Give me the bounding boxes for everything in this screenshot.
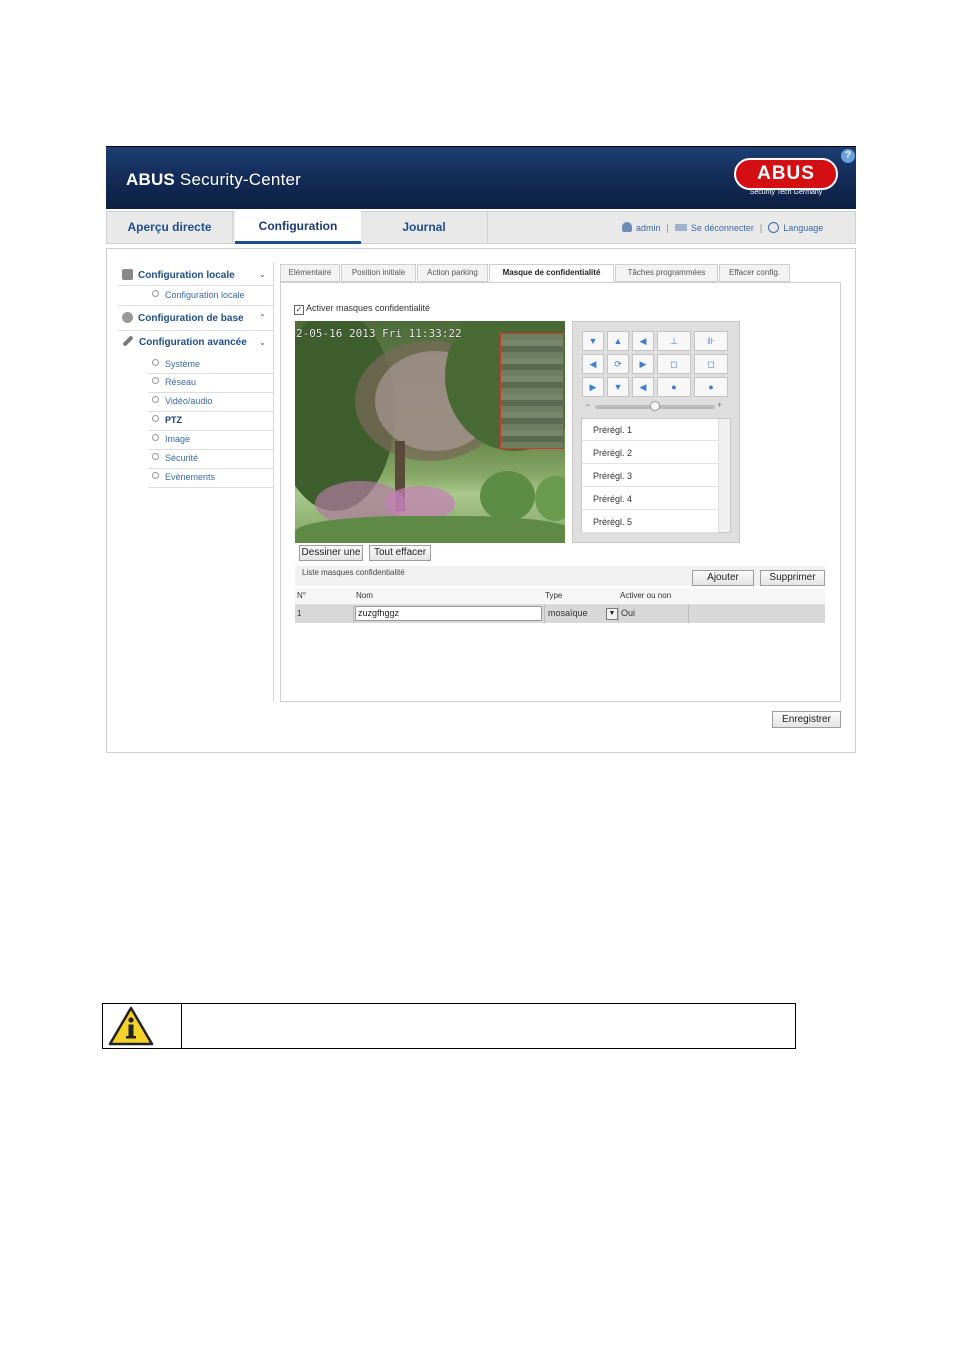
app-title: ABUS Security-Center (126, 170, 302, 189)
tab-live-view[interactable]: Aperçu directe (107, 211, 233, 244)
language-link[interactable]: Language (783, 223, 823, 233)
mask-type-dropdown[interactable]: ▼ (606, 608, 618, 620)
add-button[interactable]: Ajouter (692, 570, 754, 586)
divider (148, 487, 273, 488)
warning-info-icon (108, 1006, 154, 1046)
zoom-in-icon[interactable]: ⊥ (657, 331, 691, 351)
divider (148, 449, 273, 450)
col-number: N° (297, 591, 306, 600)
enable-masks-row: ✓ Activer masques confidentialité (294, 303, 430, 315)
speed-slider-handle[interactable] (650, 401, 660, 411)
abus-logo: ABUS (734, 158, 838, 190)
ptz-up-left-icon[interactable]: ▼ (582, 331, 604, 351)
delete-button[interactable]: Supprimer (760, 570, 825, 586)
divider (148, 373, 273, 374)
sidebar-advanced-config[interactable]: Configuration avancée (122, 335, 247, 348)
warning-box (102, 1003, 796, 1049)
preset-scrollbar[interactable] (718, 419, 730, 532)
sidebar-item-system[interactable]: Système (152, 359, 200, 369)
cell-divider (544, 605, 545, 623)
user-area: admin | Se déconnecter | Language (622, 222, 823, 233)
chevron-up-icon[interactable]: ⌃ (259, 313, 266, 322)
wrench-icon (122, 335, 134, 347)
cell-divider (353, 605, 354, 623)
ptz-down-right-icon[interactable]: ◀ (632, 377, 654, 397)
sidebar-base-config[interactable]: Configuration de base (122, 312, 244, 324)
ptz-auto-icon[interactable]: ⟳ (607, 354, 629, 374)
ptz-left-icon[interactable]: ◀ (582, 354, 604, 374)
subtab-scheduled-tasks[interactable]: Tâches programmées (615, 264, 718, 282)
mask-name-input[interactable]: zuzgfhggz (355, 606, 542, 621)
sidebar-item-security[interactable]: Sécurité (152, 453, 198, 463)
col-type: Type (545, 591, 563, 600)
video-timestamp: 2-05-16 2013 Fri 11:33:22 (296, 327, 462, 340)
sidebar-divider (273, 262, 274, 702)
col-enabled: Activer ou non (620, 591, 672, 600)
draw-area-button[interactable]: Dessiner une (299, 545, 363, 561)
ptz-up-icon[interactable]: ▲ (607, 331, 629, 351)
divider (148, 468, 273, 469)
sidebar-item-video-audio[interactable]: Vidéo/audio (152, 396, 212, 406)
subtab-elementary[interactable]: Elémentaire (280, 264, 340, 282)
logout-icon (674, 224, 687, 231)
speed-plus-icon: + (717, 400, 723, 410)
ptz-down-left-icon[interactable]: ▶ (582, 377, 604, 397)
subtab-privacy-mask[interactable]: Masque de confidentialité (489, 264, 614, 282)
divider (118, 285, 273, 286)
logo-subtitle: Security Tech Germany (749, 189, 823, 196)
divider (148, 392, 273, 393)
focus-near-icon[interactable]: ◻ (657, 354, 691, 374)
cell-divider (688, 605, 689, 623)
save-button[interactable]: Enregistrer (772, 711, 841, 728)
preset-item[interactable]: Prérégl. 4 (582, 488, 718, 510)
logout-link[interactable]: Se déconnecter (691, 223, 754, 233)
zoom-out-icon[interactable]: ⊪ (694, 331, 728, 351)
subtab-park-action[interactable]: Action parking (417, 264, 488, 282)
ptz-right-icon[interactable]: ▶ (632, 354, 654, 374)
subtab-clear-config[interactable]: Effacer config. (719, 264, 790, 282)
ptz-down-icon[interactable]: ▼ (607, 377, 629, 397)
mask-list-title: Liste masques confidentialité (302, 568, 405, 577)
iris-open-icon[interactable]: ● (694, 377, 728, 397)
globe-icon (768, 222, 780, 233)
ptz-up-right-icon[interactable]: ◀ (632, 331, 654, 351)
focus-far-icon[interactable]: ◻ (694, 354, 728, 374)
preset-item[interactable]: Prérégl. 2 (582, 442, 718, 464)
clear-all-button[interactable]: Tout effacer (369, 545, 431, 561)
divider (148, 411, 273, 412)
divider (148, 430, 273, 431)
cell-divider (618, 605, 619, 623)
chevron-down-icon[interactable]: ⌄ (259, 270, 266, 279)
divider (118, 305, 273, 306)
user-name[interactable]: admin (636, 223, 661, 233)
sidebar-item-local-config[interactable]: Configuration locale (152, 290, 245, 300)
chevron-down-icon[interactable]: ⌄ (259, 338, 266, 347)
mask-enabled-value: Oui (621, 608, 636, 618)
col-name: Nom (356, 591, 373, 600)
sidebar-item-ptz[interactable]: PTZ (152, 415, 182, 425)
tab-configuration[interactable]: Configuration (235, 211, 361, 244)
globe-settings-icon (122, 312, 133, 323)
sidebar-item-image[interactable]: Image (152, 434, 190, 444)
row-number: 1 (297, 609, 302, 618)
sidebar-item-events[interactable]: Evènements (152, 472, 215, 482)
privacy-mask-region[interactable] (500, 333, 564, 449)
speed-minus-icon: − (585, 400, 591, 410)
computer-icon (122, 269, 133, 280)
preset-item[interactable]: Prérégl. 5 (582, 511, 718, 533)
tab-journal[interactable]: Journal (361, 211, 488, 244)
iris-close-icon[interactable]: ● (657, 377, 691, 397)
sidebar-local-config[interactable]: Configuration locale (122, 269, 235, 281)
sidebar-item-network[interactable]: Réseau (152, 377, 196, 387)
subtab-initial-position[interactable]: Position initiale (341, 264, 416, 282)
warning-divider (181, 1003, 182, 1049)
mask-type-value: mosaïque (548, 608, 588, 618)
enable-masks-label: Activer masques confidentialité (306, 303, 431, 313)
preset-item[interactable]: Prérégl. 1 (582, 419, 718, 441)
user-icon (622, 222, 632, 232)
preset-item[interactable]: Prérégl. 3 (582, 465, 718, 487)
enable-masks-checkbox[interactable]: ✓ (294, 305, 304, 315)
divider (118, 330, 273, 331)
help-icon[interactable]: ? (841, 149, 855, 163)
